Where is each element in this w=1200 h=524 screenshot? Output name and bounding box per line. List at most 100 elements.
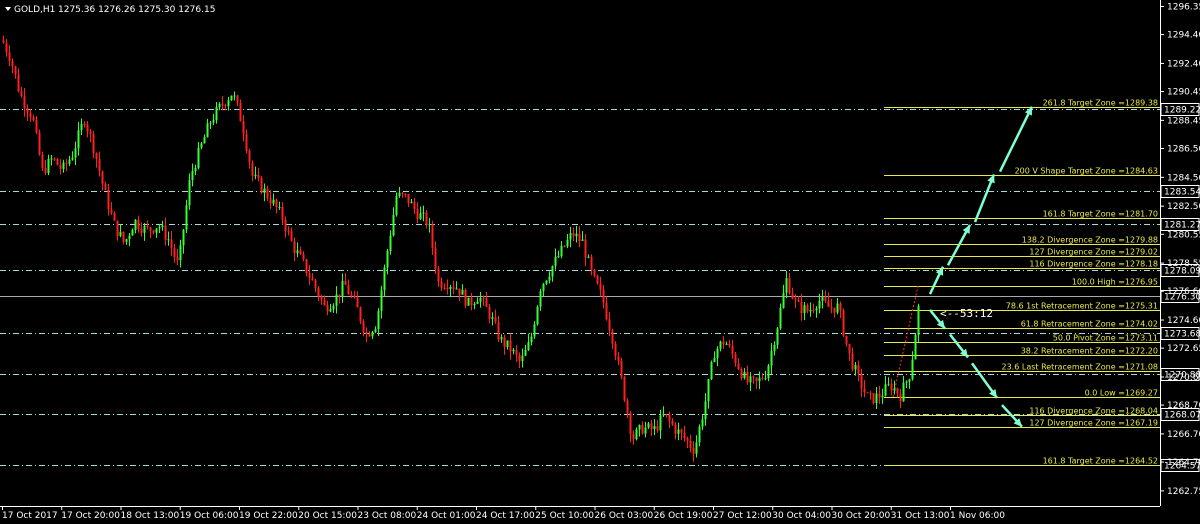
candle-body	[761, 377, 764, 379]
candle-body	[671, 420, 674, 425]
candle-body	[107, 189, 110, 210]
candle-body	[113, 212, 116, 221]
fib-level-label: 127 Divergence Zone =1279.02	[1029, 248, 1158, 257]
candle-body	[632, 434, 635, 440]
candle-body	[149, 227, 152, 231]
y-tick-label: 1288.45	[1167, 116, 1200, 126]
candle-body	[815, 308, 818, 311]
candle-body	[143, 225, 146, 233]
candle-body	[473, 303, 476, 306]
candle-body	[8, 52, 11, 61]
y-tick-label: 1274.60	[1167, 316, 1200, 326]
candle-body	[908, 379, 911, 382]
candle-body	[311, 277, 314, 281]
candle-body	[794, 298, 797, 300]
candle-body	[80, 124, 83, 131]
x-tick-label: 19 Oct 22:00	[239, 511, 298, 521]
fib-level-label: 78.6 1st Retracement Zone =1275.31	[1006, 302, 1158, 311]
candle-body	[131, 229, 134, 236]
candle-body	[641, 425, 644, 434]
candle-body	[419, 213, 422, 220]
x-tick-label: 17 Oct 2017	[2, 511, 58, 521]
candle-body	[125, 239, 128, 242]
candle-body	[179, 245, 182, 261]
x-tick-label: 23 Oct 08:00	[358, 511, 417, 521]
candle-body	[353, 295, 356, 298]
candle-body	[20, 91, 23, 97]
candle-body	[788, 278, 791, 294]
candle-body	[128, 235, 131, 240]
candle-body	[710, 362, 713, 380]
candle-body	[683, 432, 686, 439]
candle-body	[275, 199, 278, 208]
candle-body	[440, 281, 443, 288]
candle-body	[635, 429, 638, 440]
candle-body	[104, 183, 107, 190]
candle-body	[338, 294, 341, 297]
candle-body	[887, 383, 890, 385]
y-tick-label: 1278.55	[1167, 259, 1200, 269]
candle-body	[461, 289, 464, 295]
candle-body	[398, 192, 401, 197]
candle-body	[209, 122, 212, 124]
candle-body	[791, 293, 794, 299]
support-price-label: 1273.68	[1164, 330, 1200, 340]
candle-body	[290, 230, 293, 241]
candle-body	[911, 359, 914, 380]
candle-body	[593, 269, 596, 276]
candle-body	[218, 103, 221, 108]
candle-body	[797, 299, 800, 302]
candle-body	[116, 220, 119, 236]
fib-level-label: 61.8 Retracement Zone =1274.02	[1021, 320, 1158, 329]
candle-body	[677, 429, 680, 434]
candle-body	[734, 354, 737, 364]
candle-body	[65, 162, 68, 164]
candle-body	[533, 324, 536, 337]
candle-body	[494, 317, 497, 322]
candle-body	[884, 384, 887, 396]
candle-body	[32, 117, 35, 121]
candle-body	[584, 239, 587, 258]
candle-body	[695, 442, 698, 454]
candle-body	[764, 378, 767, 380]
candle-body	[716, 348, 719, 359]
candle-body	[29, 112, 32, 118]
candle-body	[287, 230, 290, 232]
candle-body	[872, 393, 875, 404]
fib-level-label: 138.2 Divergence Zone =1279.88	[1022, 236, 1158, 245]
candle-body	[806, 305, 809, 312]
candle-body	[350, 294, 353, 296]
candle-body	[653, 426, 656, 430]
candle-body	[71, 157, 74, 160]
candle-body	[227, 100, 230, 107]
candle-body	[53, 158, 56, 160]
candle-body	[569, 232, 572, 240]
candle-body	[374, 329, 377, 333]
candle-body	[257, 174, 260, 178]
candle-body	[896, 388, 899, 394]
fib-level-label: 116 Divergence Zone =1268.04	[1029, 407, 1158, 416]
fib-level-label: 161.8 Target Zone =1281.70	[1043, 210, 1158, 219]
candle-body	[581, 239, 584, 241]
candle-body	[191, 171, 194, 181]
support-price-label: 1268.07	[1164, 411, 1200, 421]
candle-body	[530, 336, 533, 343]
y-tick-label: 1284.50	[1167, 173, 1200, 183]
candle-body	[731, 345, 734, 355]
fib-level-label: 116 Divergence Zone =1278.18	[1029, 260, 1158, 269]
candle-body	[830, 306, 833, 308]
candle-body	[620, 360, 623, 377]
x-tick-label: 26 Oct 03:00	[595, 511, 654, 521]
support-price-label: 1283.54	[1164, 188, 1200, 198]
candle-body	[509, 340, 512, 352]
candle-body	[416, 209, 419, 220]
candle-body	[281, 206, 284, 220]
gold-h1-chart[interactable]: 1289.221283.541281.271278.091273.681270.…	[0, 0, 1200, 524]
candle-body	[11, 60, 14, 67]
x-tick-label: 24 Oct 17:00	[476, 511, 535, 521]
candle-body	[773, 344, 776, 351]
candle-body	[278, 206, 281, 208]
candle-body	[539, 291, 542, 307]
candle-body	[614, 343, 617, 357]
candle-body	[914, 334, 917, 360]
